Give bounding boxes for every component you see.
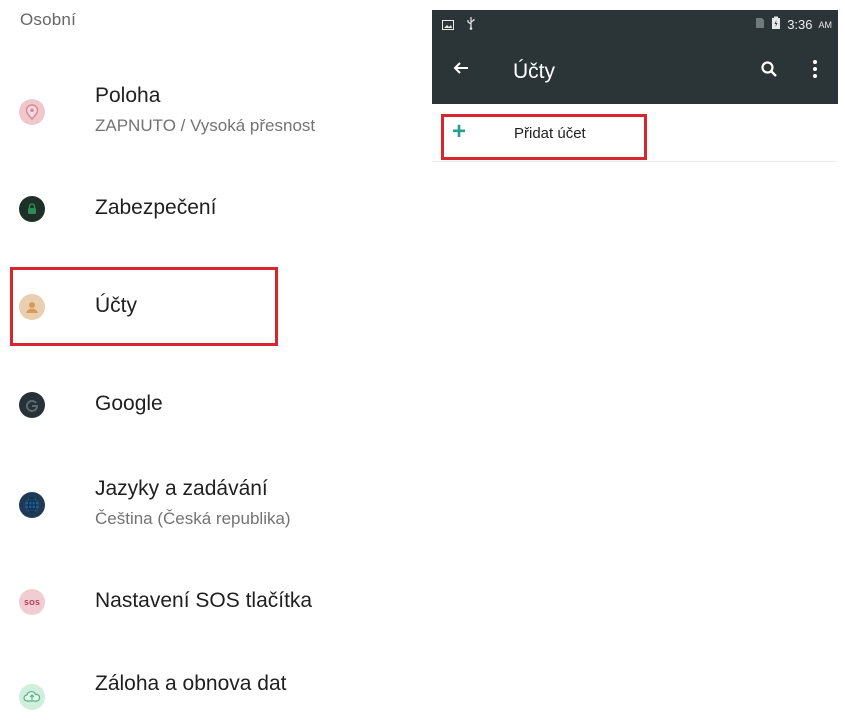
settings-item-backup[interactable]: Záloha a obnova dat bbox=[0, 670, 420, 710]
location-pin-icon bbox=[19, 99, 45, 125]
status-time: 3:36 bbox=[787, 17, 813, 32]
settings-item-accounts[interactable]: Účty bbox=[0, 288, 420, 328]
more-options-icon[interactable] bbox=[812, 59, 818, 84]
item-title: Jazyky a zadávání bbox=[95, 477, 268, 500]
settings-item-location[interactable]: Poloha ZAPNUTO / Vysoká přesnost bbox=[0, 82, 420, 152]
status-ampm: AM bbox=[818, 19, 833, 30]
item-title: Nastavení SOS tlačítka bbox=[95, 589, 313, 612]
battery-icon bbox=[771, 16, 781, 33]
google-g-icon bbox=[19, 392, 45, 418]
settings-item-google[interactable]: Google bbox=[0, 386, 420, 426]
item-title: Google bbox=[95, 392, 163, 415]
phone-accounts-screen: 3:36 AM Účty + Přidat účet bbox=[432, 10, 838, 170]
settings-item-security[interactable]: Zabezpečení bbox=[0, 190, 420, 230]
sos-icon: SOS bbox=[19, 589, 45, 615]
highlight-box-add-account bbox=[441, 114, 647, 160]
item-title: Zabezpečení bbox=[95, 196, 217, 219]
search-icon[interactable] bbox=[760, 60, 778, 83]
settings-item-languages[interactable]: Jazyky a zadávání Čeština (Česká republi… bbox=[0, 475, 420, 545]
image-notification-icon bbox=[442, 17, 454, 35]
no-sim-icon bbox=[755, 17, 765, 32]
status-bar: 3:36 AM bbox=[432, 10, 838, 40]
item-title: Účty bbox=[95, 294, 137, 317]
back-arrow-icon[interactable] bbox=[452, 59, 470, 82]
app-bar: Účty bbox=[432, 40, 838, 104]
item-subtitle: Čeština (Česká republika) bbox=[95, 509, 291, 528]
lock-icon bbox=[19, 196, 45, 222]
svg-text:SOS: SOS bbox=[24, 599, 40, 607]
settings-list: Osobní Poloha ZAPNUTO / Vysoká přesnost … bbox=[0, 0, 420, 720]
cloud-backup-icon bbox=[19, 684, 45, 710]
item-title: Záloha a obnova dat bbox=[95, 672, 287, 695]
section-header: Osobní bbox=[20, 10, 77, 29]
app-bar-title: Účty bbox=[513, 60, 555, 83]
usb-icon bbox=[466, 16, 476, 35]
item-subtitle: ZAPNUTO / Vysoká přesnost bbox=[95, 116, 316, 135]
account-person-icon bbox=[19, 294, 45, 320]
item-title: Poloha bbox=[95, 84, 161, 107]
globe-icon bbox=[19, 492, 45, 518]
settings-item-sos[interactable]: SOS Nastavení SOS tlačítka bbox=[0, 583, 420, 623]
